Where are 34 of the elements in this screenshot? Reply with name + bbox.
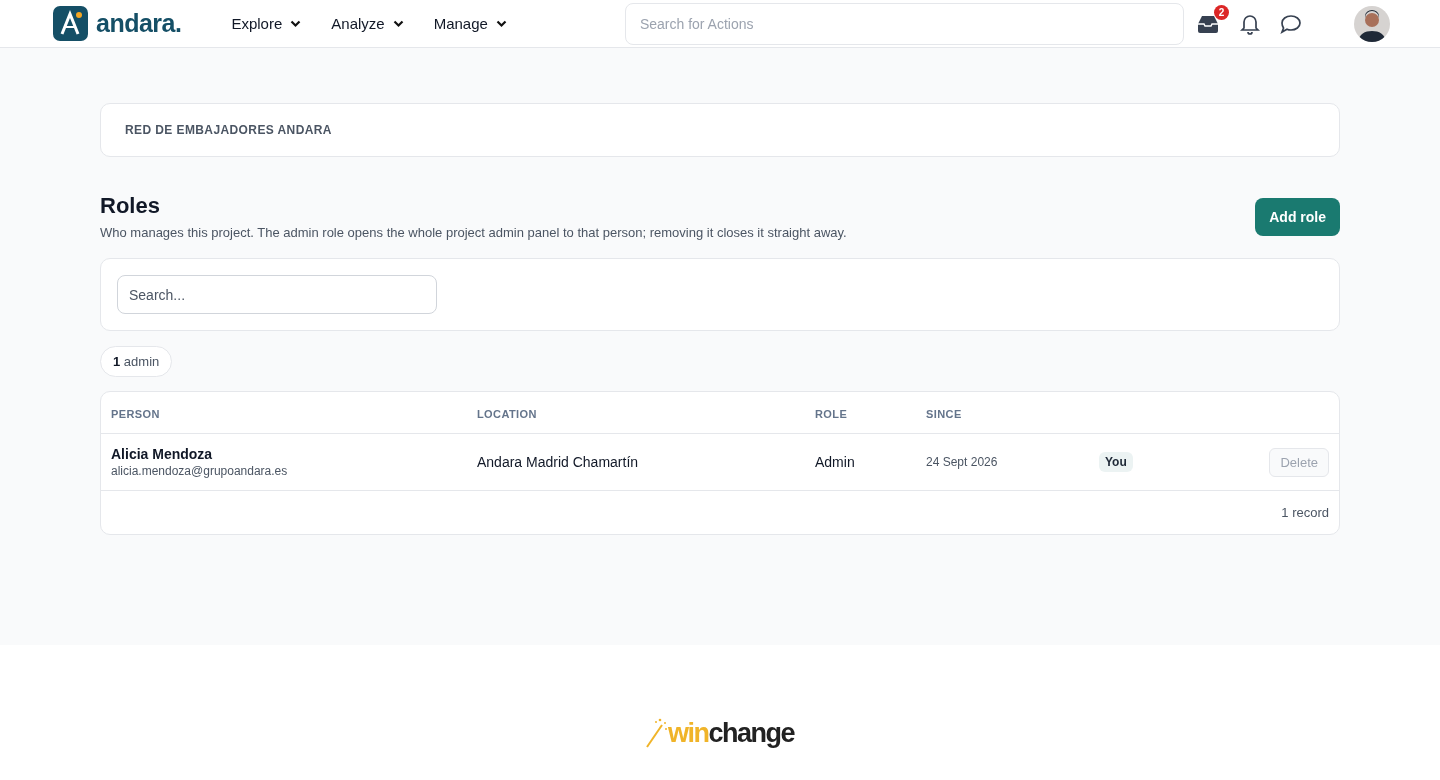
- column-header: LOCATION: [467, 392, 805, 434]
- table-cell: Andara Madrid Chamartín: [477, 454, 639, 470]
- nav-menu[interactable]: Manage: [433, 15, 507, 32]
- notification-badge: 2: [1214, 4, 1229, 20]
- person-email: alicia.mendoza@grupoandara.es: [111, 464, 288, 478]
- footer-logo-text: change: [708, 718, 794, 749]
- nav-menu[interactable]: Explore: [231, 15, 302, 32]
- nav-menu[interactable]: Analyze: [331, 15, 404, 32]
- avatar[interactable]: [1354, 5, 1390, 42]
- table-cell: Admin: [815, 454, 855, 470]
- chevron-down-icon: [392, 19, 404, 28]
- count-chip: 1 admin: [100, 346, 173, 377]
- search-field[interactable]: Search...: [117, 275, 437, 314]
- column-header: PERSON: [101, 392, 467, 434]
- add-role-button[interactable]: Add role: [1255, 197, 1340, 236]
- you-tag: You: [1099, 452, 1133, 472]
- magic-wand-icon: [646, 717, 668, 749]
- bell-icon[interactable]: [1240, 12, 1260, 35]
- chat-bubble-icon[interactable]: [1280, 13, 1302, 34]
- breadcrumb-bar: RED DE EMBAJADORES ANDARA: [100, 103, 1340, 157]
- page-title: Roles: [100, 193, 161, 219]
- brand-name: andara.: [96, 9, 182, 38]
- page-description: Who manages this project. The admin role opens the whole project admin panel to that person; removing it closes it straight away.: [100, 225, 847, 240]
- table-cell: 24 Sept 2026: [926, 455, 998, 469]
- search-field[interactable]: Search for Actions: [624, 2, 1184, 45]
- chevron-down-icon: [290, 19, 302, 28]
- column-header: SINCE: [916, 392, 1089, 434]
- column-header: ROLE: [805, 392, 916, 434]
- record-count: 1 record: [1280, 504, 1330, 522]
- person-name: Alicia Mendoza: [111, 446, 214, 462]
- logo-icon[interactable]: [53, 6, 88, 41]
- chevron-down-icon: [495, 19, 507, 28]
- inbox-icon[interactable]: [1196, 13, 1220, 34]
- footer-logo-text: win: [668, 718, 709, 749]
